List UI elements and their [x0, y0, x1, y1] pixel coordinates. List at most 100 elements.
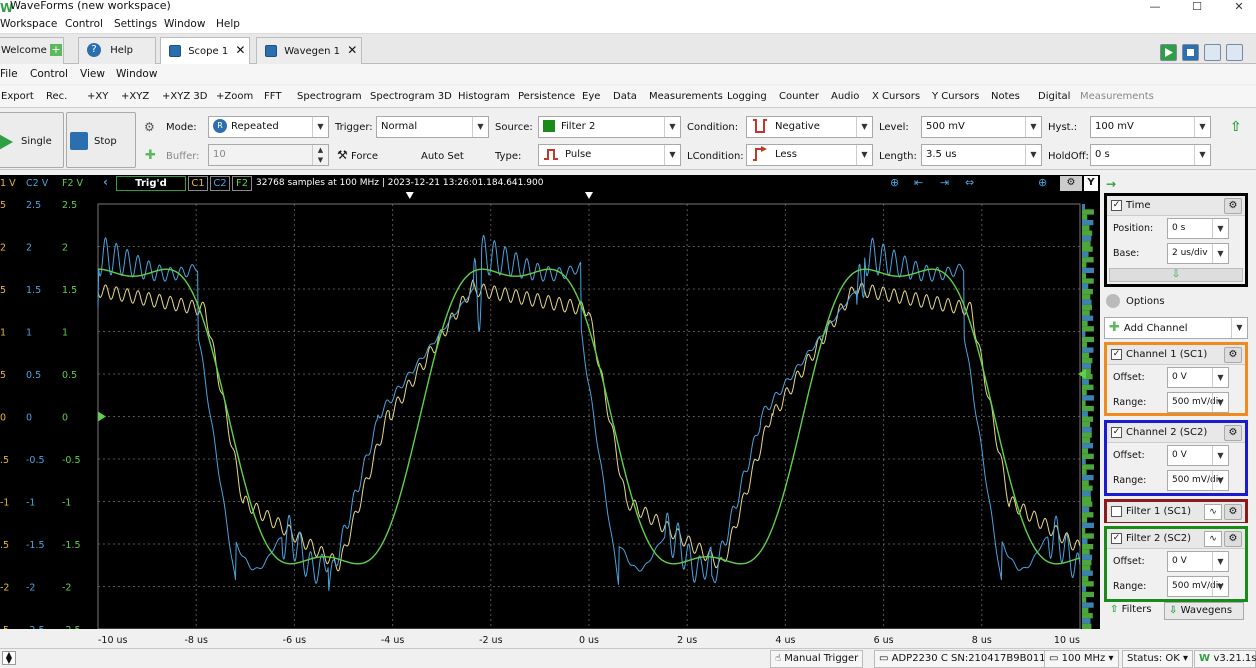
stop-button[interactable]: Stop: [66, 112, 136, 168]
condition-dropdown[interactable]: Negative ▼: [746, 116, 873, 138]
channel1-range-input[interactable]: 500 mV/div ▼: [1167, 392, 1229, 413]
gear-icon[interactable]: ⚙: [1224, 347, 1242, 363]
filter2-checkbox[interactable]: ✓: [1111, 532, 1122, 544]
toolbar-measurements[interactable]: Measurements: [649, 91, 723, 102]
toolbar-counter[interactable]: Counter: [779, 91, 819, 102]
expand-down-icon[interactable]: ⇩: [1109, 268, 1243, 282]
stop-all-button[interactable]: [1182, 44, 1199, 61]
channel-tag-f2[interactable]: F2: [232, 176, 252, 191]
scroll-spinner-icon[interactable]: ▲ ▼: [2, 651, 16, 665]
type-dropdown[interactable]: Pulse ▼: [538, 144, 681, 166]
toolbar-audio[interactable]: Audio: [831, 91, 859, 102]
tab-welcome[interactable]: Welcome +: [0, 37, 64, 64]
channel2-checkbox[interactable]: ✓: [1111, 426, 1122, 438]
toolbar-rec[interactable]: Rec.: [46, 91, 67, 102]
collapse-arrow-icon[interactable]: ⇧: [1230, 119, 1242, 135]
filters-button[interactable]: ⇧ Filters: [1110, 604, 1152, 615]
gear-icon[interactable]: ⚙: [1224, 504, 1242, 520]
toolbar-digital[interactable]: Digital: [1038, 91, 1070, 102]
menu-window[interactable]: Window: [164, 18, 205, 30]
plot-settings-gear-icon[interactable]: ⚙: [1060, 176, 1082, 191]
tab-help[interactable]: ? Help: [78, 37, 156, 64]
toolbar-eye[interactable]: Eye: [582, 91, 600, 102]
panel-arrow-icon[interactable]: →: [1106, 177, 1116, 191]
zoom-icon[interactable]: ⊕: [1038, 176, 1047, 189]
device-selector[interactable]: ▭ ADP2230 C SN:210417B9B011: [874, 650, 1051, 668]
options-row[interactable]: Options: [1106, 293, 1250, 311]
menu-workspace[interactable]: Workspace: [0, 18, 57, 30]
gear-icon[interactable]: ⚙: [1224, 531, 1242, 547]
mode-dropdown[interactable]: R Repeated ▼: [208, 116, 329, 138]
toolbar-fft[interactable]: FFT: [264, 91, 281, 102]
toolbar-spectrogram-3d[interactable]: Spectrogram 3D: [370, 91, 452, 102]
filter2-offset-input[interactable]: 0 V ▼: [1167, 551, 1229, 572]
toolbar-xyz-3d[interactable]: +XYZ 3D: [162, 91, 207, 102]
channel2-range-input[interactable]: 500 mV/div ▼: [1167, 470, 1229, 491]
lcondition-dropdown[interactable]: Less ▼: [746, 144, 873, 166]
toolbar-logging[interactable]: Logging: [727, 91, 767, 102]
length-input[interactable]: 3.5 us ▼: [921, 144, 1042, 166]
tab-close-icon[interactable]: ✕: [347, 43, 357, 57]
source-dropdown[interactable]: Filter 2 ▼: [538, 116, 681, 138]
minimize-button[interactable]: —: [1140, 0, 1170, 16]
hyst-input[interactable]: 100 mV ▼: [1090, 116, 1211, 138]
level-input[interactable]: 500 mV ▼: [921, 116, 1042, 138]
channel-tag-c1[interactable]: C1: [188, 176, 208, 191]
run-all-button[interactable]: [1160, 44, 1177, 61]
add-channel-dropdown[interactable]: ✚ Add Channel ▼: [1104, 317, 1248, 339]
toolbar-notes[interactable]: Notes: [991, 91, 1020, 102]
align-icon[interactable]: ⇤: [914, 176, 923, 189]
channel1-checkbox[interactable]: ✓: [1111, 348, 1122, 360]
time-base-input[interactable]: 2 us/div ▼: [1167, 243, 1229, 264]
toolbar-x-cursors[interactable]: X Cursors: [872, 91, 920, 102]
force-button[interactable]: Force: [351, 151, 378, 162]
trigger-dropdown[interactable]: Normal ▼: [376, 116, 489, 138]
manual-trigger-button[interactable]: ☝ Manual Trigger: [770, 650, 864, 668]
status-indicator[interactable]: Status: OK ▾: [1122, 650, 1194, 668]
gear-icon[interactable]: ⚙: [144, 120, 155, 134]
toolbar-histogram[interactable]: Histogram: [458, 91, 510, 102]
channel1-offset-input[interactable]: 0 V ▼: [1167, 367, 1229, 388]
menu-settings[interactable]: Settings: [114, 18, 157, 30]
gear-icon[interactable]: ⚙: [1224, 198, 1242, 214]
toolbar-persistence[interactable]: Persistence: [518, 91, 575, 102]
channel2-offset-input[interactable]: 0 V ▼: [1167, 445, 1229, 466]
close-button[interactable]: ✕: [1224, 0, 1254, 16]
pan-icon[interactable]: ⇔: [965, 176, 974, 189]
layout-alt-button[interactable]: [1226, 44, 1243, 61]
toolbar-spectrogram[interactable]: Spectrogram: [297, 91, 362, 102]
plus-icon[interactable]: +: [49, 44, 62, 56]
toolbar-zoom[interactable]: +Zoom: [216, 91, 253, 102]
menu-scope-control[interactable]: Control: [30, 68, 68, 80]
toolbar-xy[interactable]: +XY: [87, 91, 108, 102]
time-position-input[interactable]: 0 s ▼: [1167, 218, 1229, 239]
y-axis-button[interactable]: Y: [1084, 176, 1098, 191]
toolbar-y-cursors[interactable]: Y Cursors: [932, 91, 979, 102]
menu-file[interactable]: File: [0, 68, 18, 80]
wavegens-button[interactable]: ⇩ Wavegens: [1164, 602, 1244, 620]
plus-icon[interactable]: ✚: [145, 148, 156, 163]
fit-icon[interactable]: ⇥: [940, 176, 949, 189]
autoset-button[interactable]: Auto Set: [421, 151, 464, 162]
clock-rate-selector[interactable]: ▭ 100 MHz ▾: [1044, 650, 1119, 668]
zoom-in-icon[interactable]: ⊕: [890, 176, 899, 189]
spinner-icon[interactable]: ▲ ▼: [312, 145, 328, 165]
toolbar-data[interactable]: Data: [613, 91, 637, 102]
scroll-left-icon[interactable]: ‹: [103, 175, 108, 189]
filter1-checkbox[interactable]: [1111, 505, 1122, 517]
buffer-input[interactable]: 10 ▲ ▼: [208, 144, 329, 166]
menu-view[interactable]: View: [80, 68, 105, 80]
layout-button[interactable]: [1204, 44, 1221, 61]
menu-control[interactable]: Control: [65, 18, 103, 30]
tab-wavegen-1[interactable]: Wavegen 1 ✕: [256, 37, 362, 64]
maximize-button[interactable]: ☐: [1182, 0, 1212, 16]
oscilloscope-plot[interactable]: 5 2.5 2.52 2 25 1.5 1.51 1 15 0.5 0.50 0 0.5 -0.5 -0.5…: [0, 192, 1100, 648]
gear-icon[interactable]: ⚙: [1224, 425, 1242, 441]
toolbar-xyz[interactable]: +XYZ: [121, 91, 149, 102]
holdoff-input[interactable]: 0 s ▼: [1090, 144, 1211, 166]
single-button[interactable]: Single: [0, 112, 64, 168]
filter2-range-input[interactable]: 500 mV/div ▼: [1167, 576, 1229, 597]
channel-tag-c2[interactable]: C2: [210, 176, 230, 191]
tab-close-icon[interactable]: ✕: [235, 43, 245, 57]
filter-shape-icon[interactable]: ∿: [1204, 531, 1222, 547]
